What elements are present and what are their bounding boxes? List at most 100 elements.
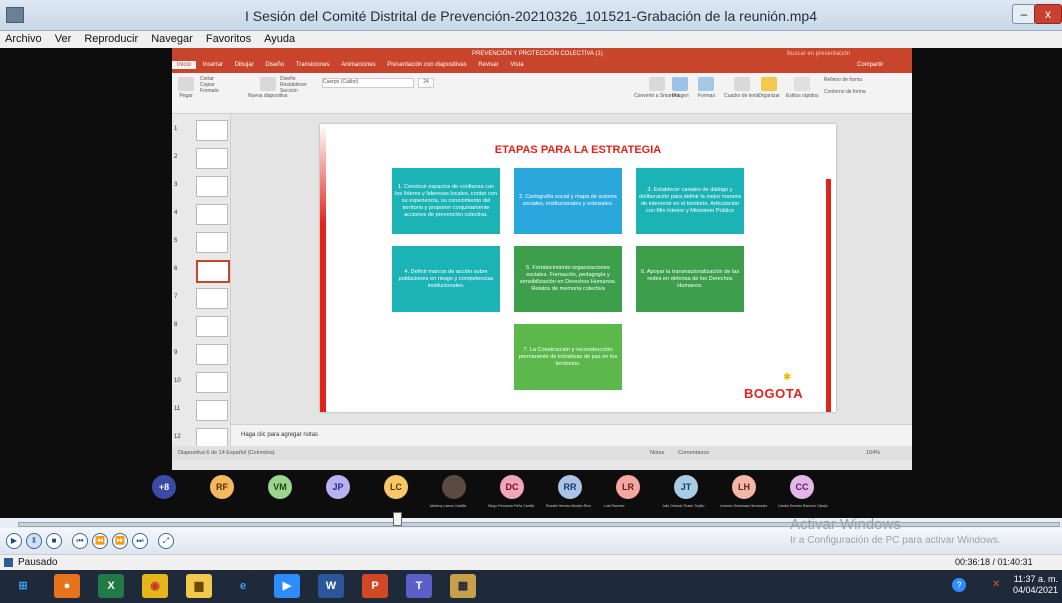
- slide-thumbnail-number: 9: [174, 350, 178, 356]
- tab-animaciones[interactable]: Animaciones: [336, 61, 380, 69]
- player-time: 00:36:18 / 01:40:31: [955, 557, 1033, 567]
- slide-thumbnail[interactable]: [196, 344, 228, 365]
- participant-name: Diego Fernando Peña Carrillo: [488, 504, 535, 508]
- slide-thumbnail[interactable]: [196, 400, 228, 421]
- next-icon[interactable]: ⏭: [132, 533, 148, 549]
- taskbar-powerpoint-icon[interactable]: P: [362, 574, 388, 598]
- comments-toggle[interactable]: Comentarios: [678, 450, 709, 456]
- participant-avatar[interactable]: JP: [326, 475, 350, 499]
- participant-avatar[interactable]: [442, 475, 466, 499]
- participant-avatar[interactable]: RF: [210, 475, 234, 499]
- seek-handle[interactable]: [393, 512, 402, 526]
- slide-thumbnail[interactable]: [196, 316, 228, 337]
- participant-avatar[interactable]: CC: [790, 475, 814, 499]
- participant-avatar[interactable]: +8: [152, 475, 176, 499]
- menu-archivo[interactable]: Archivo: [0, 31, 47, 45]
- slide-thumbnail-number: 5: [174, 238, 178, 244]
- shapes-label: Formas: [698, 93, 715, 99]
- tab-diseno[interactable]: Diseño: [260, 61, 289, 69]
- slide-thumbnail-number: 4: [174, 210, 178, 216]
- shape-outline-button[interactable]: Contorno de forma: [824, 89, 866, 95]
- zoom-level[interactable]: 104%: [866, 450, 880, 456]
- quick-styles-button[interactable]: Estilos rápidos: [786, 77, 819, 99]
- menu-ver[interactable]: Ver: [50, 31, 77, 45]
- taskbar-explorer-icon[interactable]: ▆: [186, 574, 212, 598]
- menu-favoritos[interactable]: Favoritos: [201, 31, 256, 45]
- player-status-bar: Pausado 00:36:18 / 01:40:31: [0, 554, 1062, 570]
- fast-forward-icon[interactable]: ⏩: [112, 533, 128, 549]
- menu-ayuda[interactable]: Ayuda: [259, 31, 300, 45]
- shape-fill-button[interactable]: Relleno de forma: [824, 77, 866, 83]
- help-icon[interactable]: ?: [952, 578, 966, 592]
- volume-icon[interactable]: ✕: [992, 579, 1000, 590]
- taskbar-word-icon[interactable]: W: [318, 574, 344, 598]
- taskbar-teams-icon[interactable]: T: [406, 574, 432, 598]
- slide-thumbnail[interactable]: [196, 288, 228, 309]
- font-select[interactable]: Cuerpo (Calibri): [322, 78, 414, 88]
- slide-thumbnail[interactable]: [196, 232, 228, 253]
- taskbar-clock[interactable]: 11:37 a. m. 04/04/2021: [1013, 574, 1058, 596]
- participant-name: Leandro Simancas Hernández: [720, 504, 768, 508]
- notes-pane[interactable]: Haga clic para agregar notas: [231, 424, 912, 447]
- slide-title: ETAPAS PARA LA ESTRATEGIA: [494, 144, 662, 156]
- slide-thumbnail-number: 1: [174, 126, 178, 132]
- seek-track[interactable]: [18, 522, 1060, 527]
- minimize-button[interactable]: –: [1012, 4, 1036, 24]
- taskbar-chrome-icon[interactable]: ◉: [142, 574, 168, 598]
- ppt-search-input[interactable]: Buscar en presentación: [787, 51, 850, 57]
- previous-icon[interactable]: ⏮: [72, 533, 88, 549]
- section-button[interactable]: Sección: [280, 88, 307, 94]
- participant-avatar[interactable]: DC: [500, 475, 524, 499]
- notes-toggle[interactable]: Notas: [650, 450, 664, 456]
- participant-name: Luis Ramírez: [604, 504, 625, 508]
- shapes-button[interactable]: Formas: [698, 77, 715, 99]
- arrange-button[interactable]: Organizar: [758, 77, 780, 99]
- menu-navegar[interactable]: Navegar: [146, 31, 198, 45]
- tab-presentacion[interactable]: Presentación con diapositivas: [382, 61, 471, 69]
- slide-thumbnail-number: 11: [174, 406, 181, 412]
- taskbar-edge-icon[interactable]: e: [230, 574, 256, 598]
- tab-revisar[interactable]: Revisar: [473, 61, 503, 69]
- arrange-label: Organizar: [758, 93, 780, 99]
- participant-avatar[interactable]: LC: [384, 475, 408, 499]
- fullscreen-icon[interactable]: ⤢: [158, 533, 174, 549]
- textbox-button[interactable]: Cuadro de texto: [724, 77, 760, 99]
- font-size-select[interactable]: 24: [418, 78, 434, 88]
- rewind-icon[interactable]: ⏪: [92, 533, 108, 549]
- pause-icon[interactable]: Ⅱ: [26, 533, 42, 549]
- tab-vista[interactable]: Vista: [505, 61, 528, 69]
- share-button[interactable]: Compartir: [852, 61, 888, 69]
- participant-avatar[interactable]: LR: [616, 475, 640, 499]
- slide-thumbnail[interactable]: [196, 120, 228, 141]
- tab-inicio[interactable]: Inicio: [172, 61, 197, 69]
- tab-dibujar[interactable]: Dibujar: [230, 61, 259, 69]
- tab-transiciones[interactable]: Transiciones: [291, 61, 335, 69]
- participant-avatar[interactable]: LH: [732, 475, 756, 499]
- paste-button[interactable]: Pegar: [178, 77, 194, 99]
- participant-avatar[interactable]: RR: [558, 475, 582, 499]
- play-icon[interactable]: ▶: [6, 533, 22, 549]
- notes-placeholder: Haga clic para agregar notas: [241, 432, 319, 438]
- taskbar-firefox-icon[interactable]: ●: [54, 574, 80, 598]
- slide-thumbnail[interactable]: [196, 204, 228, 225]
- participant-avatar[interactable]: JT: [674, 475, 698, 499]
- image-button[interactable]: Imagen: [672, 77, 689, 99]
- taskbar-video-app-icon[interactable]: ▦: [450, 574, 476, 598]
- menu-reproducir[interactable]: Reproducir: [79, 31, 143, 45]
- taskbar-zoom-icon[interactable]: ▶: [274, 574, 300, 598]
- taskbar-start-icon[interactable]: ⊞: [10, 574, 36, 598]
- participant-avatar[interactable]: VM: [268, 475, 292, 499]
- slide-thumbnail[interactable]: [196, 176, 228, 197]
- slide-red-bar-left: [320, 124, 326, 412]
- close-button[interactable]: x: [1034, 4, 1062, 24]
- format-painter-button[interactable]: Formato: [200, 88, 219, 94]
- stop-icon[interactable]: ■: [46, 533, 62, 549]
- taskbar-excel-icon[interactable]: X: [98, 574, 124, 598]
- pause-status-icon: [4, 558, 13, 567]
- slide-thumbnail[interactable]: [196, 148, 228, 169]
- ppt-ribbon-tabs: Inicio Insertar Dibujar Diseño Transicio…: [172, 61, 912, 73]
- slide-thumbnail[interactable]: [196, 260, 230, 283]
- slide-thumbnail[interactable]: [196, 372, 228, 393]
- slide-counter: Diapositiva 6 de 14 Español (Colombia): [178, 450, 275, 456]
- tab-insertar[interactable]: Insertar: [198, 61, 228, 69]
